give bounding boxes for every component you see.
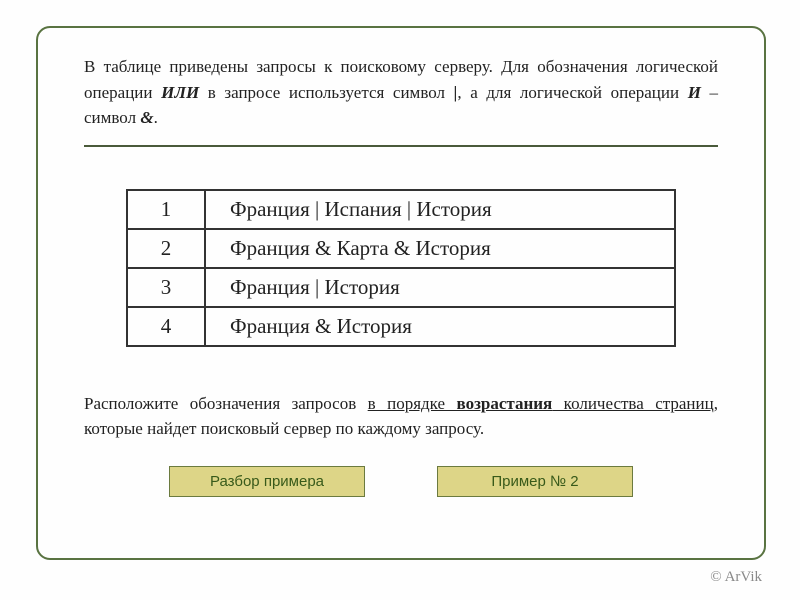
outro-text: Расположите обозначения запросов в поряд… (84, 391, 718, 442)
row-query: Франция | Испания | История (205, 190, 675, 229)
intro-kw-and: И (688, 83, 701, 102)
table-row: 2 Франция & Карта & История (127, 229, 675, 268)
table-row: 4 Франция & История (127, 307, 675, 346)
copyright-text: © ArVik (710, 569, 762, 586)
intro-part3: , а для логической операции (457, 83, 687, 102)
intro-part2: в запросе используется символ (199, 83, 453, 102)
row-query: Франция | История (205, 268, 675, 307)
row-query: Франция & История (205, 307, 675, 346)
divider (84, 145, 718, 147)
row-number: 3 (127, 268, 205, 307)
row-query: Франция & Карта & История (205, 229, 675, 268)
outro-ul-bold: возрастания (457, 394, 553, 413)
outro-ul1: в порядке (368, 394, 457, 413)
queries-table: 1 Франция | Испания | История 2 Франция … (126, 189, 676, 347)
row-number: 2 (127, 229, 205, 268)
row-number: 1 (127, 190, 205, 229)
analyze-example-button[interactable]: Разбор примера (169, 466, 365, 497)
outro-part1: Расположите обозначения запросов (84, 394, 368, 413)
buttons-row: Разбор примера Пример № 2 (84, 466, 718, 497)
intro-text: В таблице приведены запросы к поисковому… (84, 54, 718, 131)
row-number: 4 (127, 307, 205, 346)
table-row: 3 Франция | История (127, 268, 675, 307)
outro-ul3: количества страниц (552, 394, 713, 413)
task-card: В таблице приведены запросы к поисковому… (36, 26, 766, 560)
table-row: 1 Франция | Испания | История (127, 190, 675, 229)
intro-kw-or: ИЛИ (161, 83, 199, 102)
intro-sym-and: & (140, 108, 153, 127)
intro-part5: . (154, 108, 158, 127)
example-2-button[interactable]: Пример № 2 (437, 466, 633, 497)
